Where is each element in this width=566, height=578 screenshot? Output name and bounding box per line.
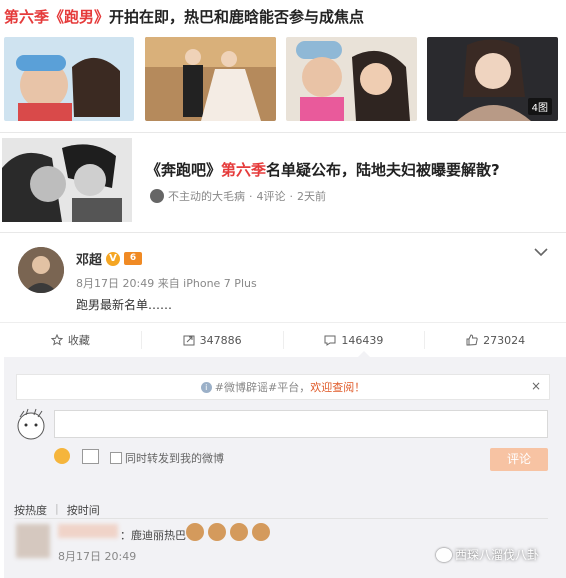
comment-text: ：鹿迪丽热巴 [120,529,186,542]
favorite-label: 收藏 [67,334,90,347]
post-text: 跑男最新名单…… [76,298,173,312]
repost-checkbox[interactable] [110,452,122,464]
news2-thumb[interactable] [2,138,132,222]
default-avatar-icon [17,408,45,440]
post-username[interactable]: 邓超 [76,249,102,268]
comment-button[interactable]: 146439 [284,331,426,349]
commenter-avatar[interactable] [16,524,50,558]
repost-icon [183,335,195,346]
news2-time: 2天前 [297,190,326,203]
author-avatar[interactable] [150,189,164,203]
comment-time: 8月17日 20:49 [58,550,137,563]
doge-emoji-icon [230,523,248,541]
rumor-notice-bar: i #微博辟谣#平台， 欢迎查阅！ × [16,374,550,400]
comment-count: 146439 [341,333,384,347]
news2-author[interactable]: 不主动的大毛病 [168,188,245,204]
repost-checkbox-label[interactable]: 同时转发到我的微博 [125,450,224,466]
emoji-icon[interactable] [54,448,70,464]
level-badge: 6 [124,252,143,265]
sort-separator: | [55,502,59,515]
current-user-avatar [14,407,48,441]
comment-sort-bar: 按热度 | 按时间 [14,502,100,518]
like-count: 273024 [483,333,526,347]
favorite-button[interactable]: 收藏 [0,331,142,349]
news1-thumb-3[interactable] [286,37,417,121]
avatar[interactable] [18,247,64,293]
post-meta[interactable]: 8月17日 20:49 来自 iPhone 7 Plus [76,275,257,291]
news1-thumb-1-image [4,37,134,121]
news2-thumb-image [2,138,132,222]
news1-thumb-2-image [145,37,276,121]
watermark: 西琛八溜伐八卦 [436,546,539,563]
close-icon[interactable]: × [531,379,541,393]
news2-title-rest: 名单疑公布，陆地夫妇被曝要解散? [266,161,500,179]
submit-comment-button[interactable]: 评论 [490,448,548,471]
news2-meta: 不主动的大毛病 · 4评论 · 2天前 [150,188,326,204]
comment-input[interactable] [54,410,548,438]
news2-comment-count[interactable]: 4评论 [257,188,286,204]
news1-thumb-1[interactable] [4,37,134,121]
avatar-image [18,247,64,293]
news1-thumb-4[interactable]: 4图 [427,37,558,121]
info-icon: i [200,381,212,393]
news-divider [0,132,566,133]
post-action-bar: 收藏 347886 146439 273024 [0,322,566,357]
like-button[interactable]: 273024 [425,331,566,349]
star-icon [50,334,63,346]
news1-title-rest: 开拍在即，热巴和鹿晗能否参与成焦点 [109,8,365,26]
sort-by-hot[interactable]: 按热度 [14,502,47,518]
news1-thumb-2[interactable] [145,37,276,121]
doge-emoji-icon [252,523,270,541]
notice-link[interactable]: 欢迎查阅！ [310,379,365,395]
chevron-down-icon[interactable] [532,244,550,258]
repost-button[interactable]: 347886 [142,331,284,349]
notice-text: #微博辟谣#平台， [214,381,311,394]
meta-separator: · [289,189,294,203]
section-divider [0,232,566,233]
news1-title-prefix: 第六季 [4,8,50,26]
commenter-name-blurred[interactable] [58,524,118,538]
sort-by-time[interactable]: 按时间 [67,502,100,518]
watermark-text: 西琛八溜伐八卦 [455,548,540,562]
comment-icon [324,335,336,346]
wechat-logo-icon [436,547,452,562]
news1-title-book: 《跑男》 [49,8,110,26]
doge-emoji-icon [186,523,204,541]
news1-thumb-3-image [286,37,417,121]
doge-emoji-icon [208,523,226,541]
picture-count-badge: 4图 [527,98,552,115]
news2-title-book: 《奔跑吧》 [146,161,222,179]
active-tab-arrow [357,351,371,358]
comment-list-divider [14,518,548,519]
repost-count: 347886 [199,333,242,347]
post-author[interactable]: 邓超 V 6 [76,249,143,268]
verified-icon: V [106,251,121,266]
meta-separator: · [249,189,253,203]
image-icon[interactable] [82,449,99,464]
comment-emoji-group [186,523,270,541]
news2-title-season: 第六季 [221,161,267,179]
thumbs-up-icon [466,334,478,346]
news1-title[interactable]: 第六季《跑男》开拍在即，热巴和鹿晗能否参与成焦点 [4,6,364,27]
news2-title[interactable]: 《奔跑吧》第六季名单疑公布，陆地夫妇被曝要解散? [146,159,500,180]
